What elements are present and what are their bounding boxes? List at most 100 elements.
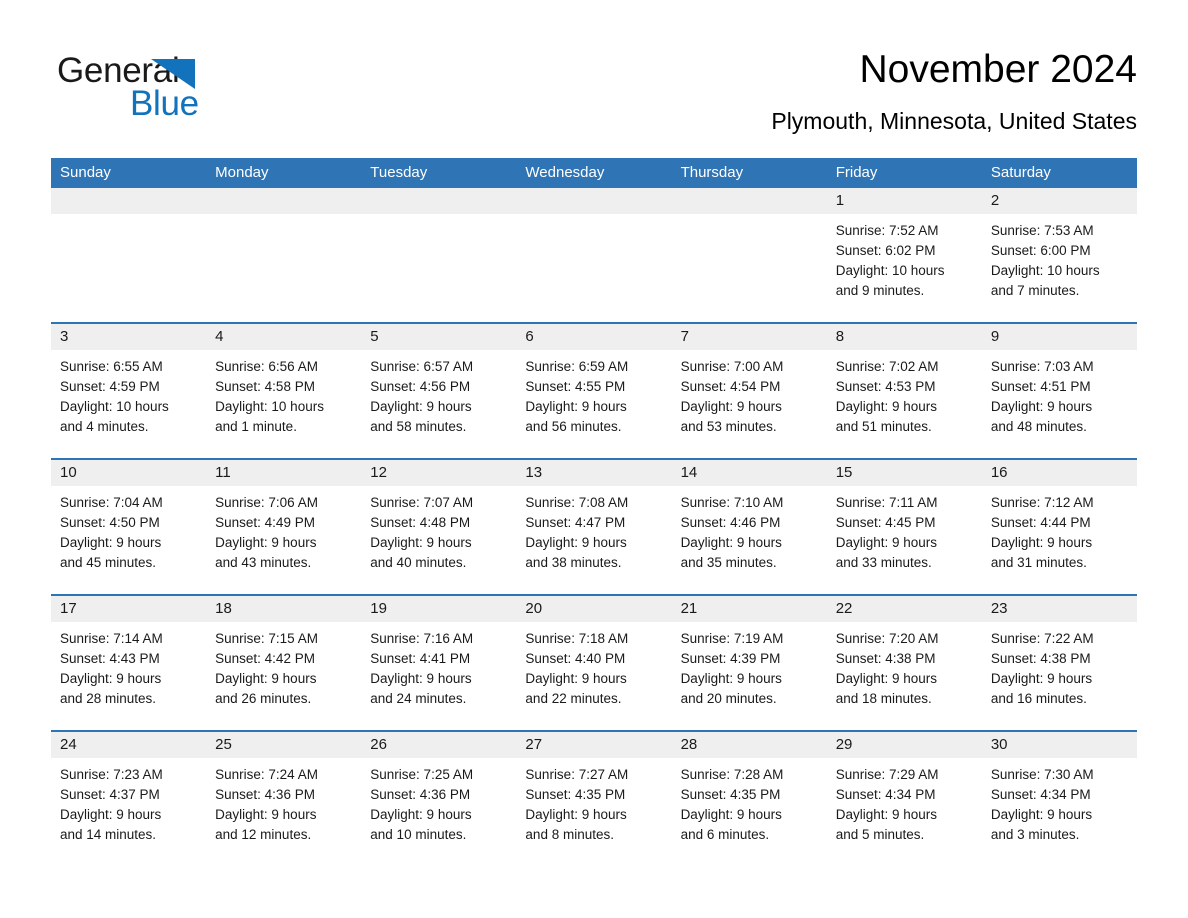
general-blue-logo: General Blue — [57, 52, 237, 124]
day-detail-line: Daylight: 9 hours — [990, 671, 1093, 686]
day-cell[interactable]: 13 Sunrise: 7:08 AM Sunset: 4:47 PM Dayligh… — [516, 460, 672, 588]
day-cell[interactable]: 21 Sunrise: 7:19 AM Sunset: 4:39 PM Dayligh… — [671, 596, 827, 724]
day-detail-line: Sunset: 6:02 PM — [835, 243, 936, 258]
day-details: Sunrise: 7:08 AM Sunset: 4:47 PM Daylight:… — [516, 486, 671, 573]
day-cell[interactable]: 11 Sunrise: 7:06 AM Sunset: 4:49 PM Dayligh… — [206, 460, 362, 588]
day-detail-line: Daylight: 10 hours — [215, 399, 324, 414]
day-cell[interactable]: 25 Sunrise: 7:24 AM Sunset: 4:36 PM Dayligh… — [206, 732, 362, 860]
day-detail-line: and 51 minutes. — [835, 419, 932, 434]
day-detail-line: Sunset: 4:37 PM — [60, 787, 160, 802]
day-detail-line: Daylight: 9 hours — [370, 807, 472, 822]
day-cell[interactable]: 1 Sunrise: 7:52 AM Sunset: 6:02 PM Daylight… — [826, 188, 982, 316]
day-number: 24 — [51, 732, 207, 758]
day-cell[interactable]: 17 Sunrise: 7:14 AM Sunset: 4:43 PM Dayligh… — [51, 596, 207, 724]
day-cell[interactable]: 24 Sunrise: 7:23 AM Sunset: 4:37 PM Dayligh… — [51, 732, 207, 860]
weekday-header-saturday: Saturday — [990, 164, 1051, 181]
day-cell[interactable]: 22 Sunrise: 7:20 AM Sunset: 4:38 PM Dayligh… — [826, 596, 982, 724]
day-detail-line: Daylight: 9 hours — [835, 535, 938, 550]
day-detail-line: and 8 minutes. — [525, 827, 614, 842]
day-cell[interactable]: 27 Sunrise: 7:27 AM Sunset: 4:35 PM Dayligh… — [516, 732, 672, 860]
day-detail-line: Sunset: 4:47 PM — [525, 515, 626, 530]
day-detail-line: Sunrise: 7:22 AM — [990, 631, 1094, 646]
day-cell-empty — [361, 188, 517, 316]
day-detail-line: Daylight: 9 hours — [60, 671, 162, 686]
day-detail-line: and 18 minutes. — [835, 691, 932, 706]
day-cell[interactable]: 12 Sunrise: 7:07 AM Sunset: 4:48 PM Dayligh… — [361, 460, 517, 588]
day-cell[interactable]: 15 Sunrise: 7:11 AM Sunset: 4:45 PM Dayligh… — [826, 460, 982, 588]
day-cell[interactable]: 28 Sunrise: 7:28 AM Sunset: 4:35 PM Dayligh… — [671, 732, 827, 860]
day-cell[interactable]: 10 Sunrise: 7:04 AM Sunset: 4:50 PM Dayligh… — [51, 460, 207, 588]
day-number — [516, 188, 672, 214]
day-detail-line: Sunset: 4:38 PM — [990, 651, 1091, 666]
day-cell[interactable]: 14 Sunrise: 7:10 AM Sunset: 4:46 PM Dayligh… — [671, 460, 827, 588]
calendar-week-row: 10 Sunrise: 7:04 AM Sunset: 4:50 PM Dayligh… — [51, 458, 1137, 588]
day-number: 1 — [826, 188, 982, 214]
day-detail-line: Sunset: 4:51 PM — [990, 379, 1091, 394]
page-title: November 2024 — [859, 48, 1138, 91]
day-detail-line: Daylight: 9 hours — [835, 807, 938, 822]
day-number — [51, 188, 207, 214]
page-header: General Blue November 2024 Plymouth, Min… — [0, 0, 1188, 150]
day-detail-line: Sunset: 4:54 PM — [680, 379, 781, 394]
day-detail-line: Sunset: 4:41 PM — [370, 651, 471, 666]
day-cell[interactable]: 6 Sunrise: 6:59 AM Sunset: 4:55 PM Daylight… — [516, 324, 672, 452]
day-details: Sunrise: 7:14 AM Sunset: 4:43 PM Daylight:… — [51, 622, 206, 709]
day-cell[interactable]: 8 Sunrise: 7:02 AM Sunset: 4:53 PM Daylight… — [826, 324, 982, 452]
day-number — [361, 188, 517, 214]
day-number: 18 — [206, 596, 362, 622]
day-cell[interactable]: 26 Sunrise: 7:25 AM Sunset: 4:36 PM Dayligh… — [361, 732, 517, 860]
day-detail-line: and 31 minutes. — [990, 555, 1087, 570]
day-cell[interactable]: 30 Sunrise: 7:30 AM Sunset: 4:34 PM Dayligh… — [981, 732, 1137, 860]
day-detail-line: Sunset: 4:59 PM — [60, 379, 160, 394]
calendar-table: Sunday Monday Tuesday Wednesday Thursday Frid… — [51, 158, 1137, 860]
day-detail-line: Sunset: 4:56 PM — [370, 379, 471, 394]
day-cell[interactable]: 9 Sunrise: 7:03 AM Sunset: 4:51 PM Daylight… — [981, 324, 1137, 452]
day-detail-line: Daylight: 9 hours — [370, 671, 472, 686]
calendar-week-row: 17 Sunrise: 7:14 AM Sunset: 4:43 PM Dayligh… — [51, 594, 1137, 724]
day-detail-line: Sunrise: 7:16 AM — [370, 631, 474, 646]
day-details: Sunrise: 7:11 AM Sunset: 4:45 PM Daylight:… — [827, 486, 982, 573]
day-details: Sunrise: 7:30 AM Sunset: 4:34 PM Daylight:… — [982, 758, 1137, 845]
day-detail-line: Sunset: 4:53 PM — [835, 379, 936, 394]
day-detail-line: Daylight: 9 hours — [215, 807, 317, 822]
day-detail-line: and 53 minutes. — [680, 419, 777, 434]
day-details: Sunrise: 7:16 AM Sunset: 4:41 PM Daylight:… — [361, 622, 516, 709]
day-detail-line: and 40 minutes. — [370, 555, 467, 570]
day-detail-line: Sunset: 4:35 PM — [525, 787, 626, 802]
day-details: Sunrise: 7:24 AM Sunset: 4:36 PM Daylight:… — [206, 758, 361, 845]
day-number: 9 — [981, 324, 1137, 350]
day-cell[interactable]: 29 Sunrise: 7:29 AM Sunset: 4:34 PM Dayligh… — [826, 732, 982, 860]
weekday-header-friday: Friday — [835, 164, 878, 181]
day-cell[interactable]: 20 Sunrise: 7:18 AM Sunset: 4:40 PM Dayligh… — [516, 596, 672, 724]
day-number: 21 — [671, 596, 827, 622]
day-cell[interactable]: 2 Sunrise: 7:53 AM Sunset: 6:00 PM Daylight… — [981, 188, 1137, 316]
day-cell[interactable]: 19 Sunrise: 7:16 AM Sunset: 4:41 PM Dayligh… — [361, 596, 517, 724]
day-detail-line: Sunrise: 6:59 AM — [525, 359, 629, 374]
day-details — [361, 214, 516, 221]
day-detail-line: and 7 minutes. — [990, 283, 1080, 298]
day-detail-line: Sunset: 4:50 PM — [60, 515, 160, 530]
day-cell[interactable]: 18 Sunrise: 7:15 AM Sunset: 4:42 PM Dayligh… — [206, 596, 362, 724]
day-detail-line: and 20 minutes. — [680, 691, 777, 706]
day-details: Sunrise: 7:28 AM Sunset: 4:35 PM Daylight:… — [672, 758, 827, 845]
day-number: 5 — [361, 324, 517, 350]
day-details: Sunrise: 7:20 AM Sunset: 4:38 PM Daylight:… — [827, 622, 982, 709]
day-details: Sunrise: 7:22 AM Sunset: 4:38 PM Daylight:… — [982, 622, 1137, 709]
day-cell[interactable]: 3 Sunrise: 6:55 AM Sunset: 4:59 PM Daylight… — [51, 324, 207, 452]
day-cell[interactable]: 4 Sunrise: 6:56 AM Sunset: 4:58 PM Daylight… — [206, 324, 362, 452]
day-detail-line: Sunrise: 7:02 AM — [835, 359, 939, 374]
day-cell[interactable]: 7 Sunrise: 7:00 AM Sunset: 4:54 PM Daylight… — [671, 324, 827, 452]
day-detail-line: Sunset: 4:45 PM — [835, 515, 936, 530]
day-detail-line: Sunrise: 7:53 AM — [990, 223, 1094, 238]
day-detail-line: Daylight: 9 hours — [990, 399, 1093, 414]
day-cell-empty — [206, 188, 362, 316]
day-cell[interactable]: 23 Sunrise: 7:22 AM Sunset: 4:38 PM Dayligh… — [981, 596, 1137, 724]
day-detail-line: and 33 minutes. — [835, 555, 932, 570]
day-detail-line: Sunset: 4:34 PM — [990, 787, 1091, 802]
day-cell[interactable]: 16 Sunrise: 7:12 AM Sunset: 4:44 PM Dayligh… — [981, 460, 1137, 588]
day-detail-line: Sunset: 4:44 PM — [990, 515, 1091, 530]
day-detail-line: Sunrise: 7:03 AM — [990, 359, 1094, 374]
calendar-page: General Blue November 2024 Plymouth, Min… — [0, 0, 1188, 918]
day-cell[interactable]: 5 Sunrise: 6:57 AM Sunset: 4:56 PM Daylight… — [361, 324, 517, 452]
day-detail-line: and 3 minutes. — [990, 827, 1080, 842]
